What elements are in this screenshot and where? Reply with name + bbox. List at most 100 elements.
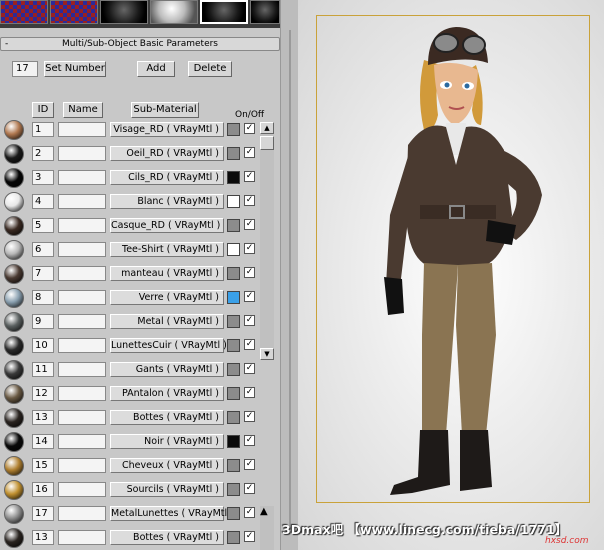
on-off-checkbox[interactable]: ✓ <box>244 267 255 278</box>
sub-material-button[interactable]: Cils_RD ( VRayMtl ) <box>110 170 224 185</box>
material-name-field[interactable] <box>58 458 106 473</box>
sub-material-button[interactable]: Metal ( VRayMtl ) <box>110 314 224 329</box>
color-swatch[interactable] <box>227 267 240 280</box>
material-id-field[interactable]: 14 <box>32 434 54 449</box>
material-id-field[interactable]: 12 <box>32 386 54 401</box>
sub-material-button[interactable]: Tee-Shirt ( VRayMtl ) <box>110 242 224 257</box>
sub-material-button[interactable]: Blanc ( VRayMtl ) <box>110 194 224 209</box>
material-name-field[interactable] <box>58 122 106 137</box>
material-name-field[interactable] <box>58 410 106 425</box>
material-name-field[interactable] <box>58 506 106 521</box>
material-id-field[interactable]: 7 <box>32 266 54 281</box>
material-name-field[interactable] <box>58 530 106 545</box>
sub-material-button[interactable]: manteau ( VRayMtl ) <box>110 266 224 281</box>
color-swatch[interactable] <box>227 291 240 304</box>
material-id-field[interactable]: 3 <box>32 170 54 185</box>
color-swatch[interactable] <box>227 147 240 160</box>
on-off-checkbox[interactable]: ✓ <box>244 507 255 518</box>
material-id-field[interactable]: 1 <box>32 122 54 137</box>
material-slot[interactable] <box>150 0 198 24</box>
on-off-checkbox[interactable]: ✓ <box>244 363 255 374</box>
material-name-field[interactable] <box>58 218 106 233</box>
on-off-checkbox[interactable]: ✓ <box>244 219 255 230</box>
color-swatch[interactable] <box>227 531 240 544</box>
material-slot[interactable] <box>50 0 98 24</box>
color-swatch[interactable] <box>227 507 240 520</box>
color-swatch[interactable] <box>227 459 240 472</box>
on-off-checkbox[interactable]: ✓ <box>244 387 255 398</box>
id-column-header[interactable]: ID <box>32 102 54 118</box>
sub-material-button[interactable]: MetalLunettes ( VRayMtl ) <box>110 506 234 521</box>
material-id-field[interactable]: 5 <box>32 218 54 233</box>
sub-material-button[interactable]: LunettesCuir ( VRayMtl ) <box>110 338 227 353</box>
sub-material-button[interactable]: Oeil_RD ( VRayMtl ) <box>110 146 224 161</box>
material-name-field[interactable] <box>58 314 106 329</box>
sub-material-button[interactable]: Noir ( VRayMtl ) <box>110 434 224 449</box>
sub-material-button[interactable]: Visage_RD ( VRayMtl ) <box>110 122 224 137</box>
on-off-checkbox[interactable]: ✓ <box>244 459 255 470</box>
color-swatch[interactable] <box>227 171 240 184</box>
on-off-checkbox[interactable]: ✓ <box>244 483 255 494</box>
sub-material-button[interactable]: Bottes ( VRayMtl ) <box>110 410 224 425</box>
sub-material-button[interactable]: Cheveux ( VRayMtl ) <box>110 458 224 473</box>
color-swatch[interactable] <box>227 411 240 424</box>
color-swatch[interactable] <box>227 339 240 352</box>
on-off-checkbox[interactable]: ✓ <box>244 315 255 326</box>
on-off-checkbox[interactable]: ✓ <box>244 435 255 446</box>
scroll-thumb[interactable] <box>260 136 274 150</box>
material-id-field[interactable]: 13 <box>32 530 54 545</box>
delete-button[interactable]: Delete <box>188 61 232 77</box>
material-name-field[interactable] <box>58 338 106 353</box>
material-id-field[interactable]: 10 <box>32 338 54 353</box>
on-off-checkbox[interactable]: ✓ <box>244 291 255 302</box>
material-id-field[interactable]: 8 <box>32 290 54 305</box>
panel-splitter[interactable] <box>280 0 298 550</box>
color-swatch[interactable] <box>227 435 240 448</box>
material-slot[interactable] <box>100 0 148 24</box>
color-swatch[interactable] <box>227 195 240 208</box>
material-name-field[interactable] <box>58 482 106 497</box>
sub-material-button[interactable]: Bottes ( VRayMtl ) <box>110 530 224 545</box>
on-off-checkbox[interactable]: ✓ <box>244 147 255 158</box>
material-slot-selected[interactable] <box>200 0 248 24</box>
scroll-down-icon[interactable]: ▼ <box>260 348 274 360</box>
sub-material-button[interactable]: Gants ( VRayMtl ) <box>110 362 224 377</box>
material-id-field[interactable]: 6 <box>32 242 54 257</box>
material-name-field[interactable] <box>58 386 106 401</box>
scroll-up-icon[interactable]: ▲ <box>260 506 274 517</box>
material-slot[interactable] <box>0 0 48 24</box>
on-off-checkbox[interactable]: ✓ <box>244 411 255 422</box>
lower-scrollbar[interactable]: ▲ <box>260 506 274 550</box>
material-id-field[interactable]: 16 <box>32 482 54 497</box>
sub-material-button[interactable]: Verre ( VRayMtl ) <box>110 290 224 305</box>
material-slot[interactable] <box>250 0 280 24</box>
add-button[interactable]: Add <box>137 61 175 77</box>
color-swatch[interactable] <box>227 315 240 328</box>
on-off-checkbox[interactable]: ✓ <box>244 123 255 134</box>
material-name-field[interactable] <box>58 170 106 185</box>
material-id-field[interactable]: 2 <box>32 146 54 161</box>
on-off-checkbox[interactable]: ✓ <box>244 243 255 254</box>
material-id-field[interactable]: 17 <box>32 506 54 521</box>
sub-material-button[interactable]: Sourcils ( VRayMtl ) <box>110 482 224 497</box>
color-swatch[interactable] <box>227 123 240 136</box>
material-id-field[interactable]: 9 <box>32 314 54 329</box>
material-id-field[interactable]: 15 <box>32 458 54 473</box>
on-off-checkbox[interactable]: ✓ <box>244 195 255 206</box>
material-id-field[interactable]: 11 <box>32 362 54 377</box>
material-id-field[interactable]: 4 <box>32 194 54 209</box>
sub-material-column-header[interactable]: Sub-Material <box>131 102 199 118</box>
name-column-header[interactable]: Name <box>63 102 103 118</box>
set-number-button[interactable]: Set Number <box>44 61 106 77</box>
color-swatch[interactable] <box>227 363 240 376</box>
sub-material-button[interactable]: PAntalon ( VRayMtl ) <box>110 386 224 401</box>
on-off-checkbox[interactable]: ✓ <box>244 531 255 542</box>
material-name-field[interactable] <box>58 194 106 209</box>
material-name-field[interactable] <box>58 146 106 161</box>
material-name-field[interactable] <box>58 290 106 305</box>
on-off-checkbox[interactable]: ✓ <box>244 171 255 182</box>
material-id-field[interactable]: 13 <box>32 410 54 425</box>
material-count-field[interactable]: 17 <box>12 61 38 77</box>
list-scrollbar[interactable]: ▲ ▼ <box>260 122 274 360</box>
color-swatch[interactable] <box>227 243 240 256</box>
